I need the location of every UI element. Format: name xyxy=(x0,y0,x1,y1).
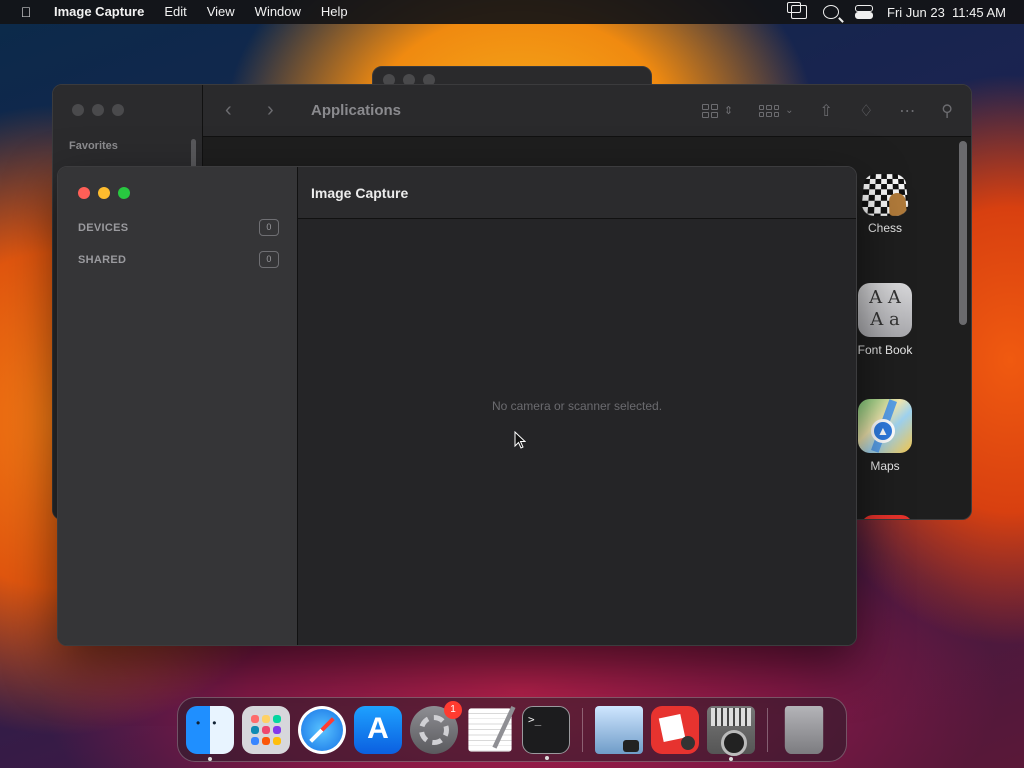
image-capture-content: No camera or scanner selected. xyxy=(298,219,856,645)
font-book-icon: A AA a xyxy=(858,283,912,337)
devices-count-badge: 0 xyxy=(259,219,279,236)
dock-photo-booth-icon[interactable] xyxy=(651,705,699,754)
chevron-down-icon: ⌄ xyxy=(785,105,794,116)
notification-badge: 1 xyxy=(444,700,462,719)
dock-separator xyxy=(582,707,583,752)
minimize-icon[interactable] xyxy=(98,187,110,199)
screen-mirroring-icon[interactable] xyxy=(787,2,807,19)
shared-count-badge: 0 xyxy=(259,251,279,268)
more-actions-icon[interactable]: ⋯ xyxy=(899,101,915,121)
app-label: Chess xyxy=(867,221,902,235)
grid-view-icon xyxy=(701,103,718,118)
finder-search-icon[interactable]: ⚲ xyxy=(941,101,953,121)
sidebar-scrollbar[interactable] xyxy=(191,139,196,169)
spotlight-search-icon[interactable] xyxy=(823,5,839,19)
menubar-clock[interactable]: Fri Jun 23 11:45 AM xyxy=(887,5,1006,20)
sidebar-section-favorites: Favorites xyxy=(69,140,118,152)
chess-icon xyxy=(860,174,910,216)
share-icon[interactable]: ⇧ xyxy=(820,101,833,121)
close-icon[interactable] xyxy=(78,187,90,199)
view-icons-button[interactable]: ⇕ xyxy=(701,103,734,118)
sidebar-item-label: DEVICES xyxy=(78,221,129,234)
sidebar-item-label: SHARED xyxy=(78,253,127,266)
menu-edit[interactable]: Edit xyxy=(154,0,196,24)
sidebar-item-shared[interactable]: SHARED 0 xyxy=(78,251,279,268)
group-button[interactable]: ⌄ xyxy=(759,104,794,117)
control-center-icon[interactable] xyxy=(855,5,873,19)
app-tile-chess[interactable]: Chess xyxy=(845,171,925,235)
app-tile-font-book[interactable]: A AA a Font Book xyxy=(845,283,925,357)
image-capture-sidebar: DEVICES 0 SHARED 0 xyxy=(58,167,298,645)
image-capture-header: Image Capture xyxy=(298,167,856,219)
forward-chevron-icon[interactable]: › xyxy=(267,99,287,122)
dock-finder-icon[interactable] xyxy=(186,705,234,761)
menu-window[interactable]: Window xyxy=(245,0,311,24)
menu-view[interactable]: View xyxy=(197,0,245,24)
group-icon xyxy=(759,104,780,117)
finder-close-icon[interactable] xyxy=(72,104,84,116)
window-title: Image Capture xyxy=(311,185,409,201)
partial-app-icon[interactable] xyxy=(861,515,913,519)
finder-title: Applications xyxy=(311,102,402,119)
dock-system-settings-icon[interactable]: 1 xyxy=(410,700,462,754)
mouse-cursor-icon xyxy=(514,431,526,449)
finder-toolbar: ‹ › Applications ⇕ ⌄ ⇧ ♢ ⋯ ⚲ xyxy=(203,85,971,137)
zoom-icon[interactable] xyxy=(118,187,130,199)
dock-terminal-icon[interactable]: >_ xyxy=(522,705,570,760)
tag-icon[interactable]: ♢ xyxy=(859,101,873,121)
app-label: Font Book xyxy=(857,343,913,357)
dock-safari-icon[interactable] xyxy=(298,705,346,754)
dock: A 1 >_ xyxy=(177,697,847,762)
app-tile-maps[interactable]: ▲ Maps xyxy=(845,399,925,473)
dock-preview-icon[interactable] xyxy=(595,705,643,754)
dock-app-store-icon[interactable]: A xyxy=(354,705,402,754)
finder-scrollbar[interactable] xyxy=(959,141,967,325)
menu-bar:  Image Capture Edit View Window Help Fr… xyxy=(0,0,1024,24)
maps-icon: ▲ xyxy=(858,399,912,453)
dock-textedit-icon[interactable] xyxy=(468,707,512,752)
app-label: Maps xyxy=(870,459,900,473)
menu-app-name[interactable]: Image Capture xyxy=(52,0,154,24)
sidebar-item-devices[interactable]: DEVICES 0 xyxy=(78,219,279,236)
image-capture-window[interactable]: DEVICES 0 SHARED 0 Image Capture No came… xyxy=(57,166,857,646)
menu-help[interactable]: Help xyxy=(311,0,358,24)
dock-image-capture-icon[interactable] xyxy=(707,705,755,761)
dock-separator xyxy=(767,707,768,752)
empty-state-message: No camera or scanner selected. xyxy=(491,399,663,413)
back-chevron-icon[interactable]: ‹ xyxy=(225,99,245,122)
finder-minimize-icon[interactable] xyxy=(92,104,104,116)
dock-trash-icon[interactable] xyxy=(784,705,824,754)
apple-menu-icon[interactable]:  xyxy=(0,4,52,20)
dock-launchpad-icon[interactable] xyxy=(242,705,290,754)
updown-chevron-icon: ⇕ xyxy=(723,105,734,117)
finder-zoom-icon[interactable] xyxy=(112,104,124,116)
